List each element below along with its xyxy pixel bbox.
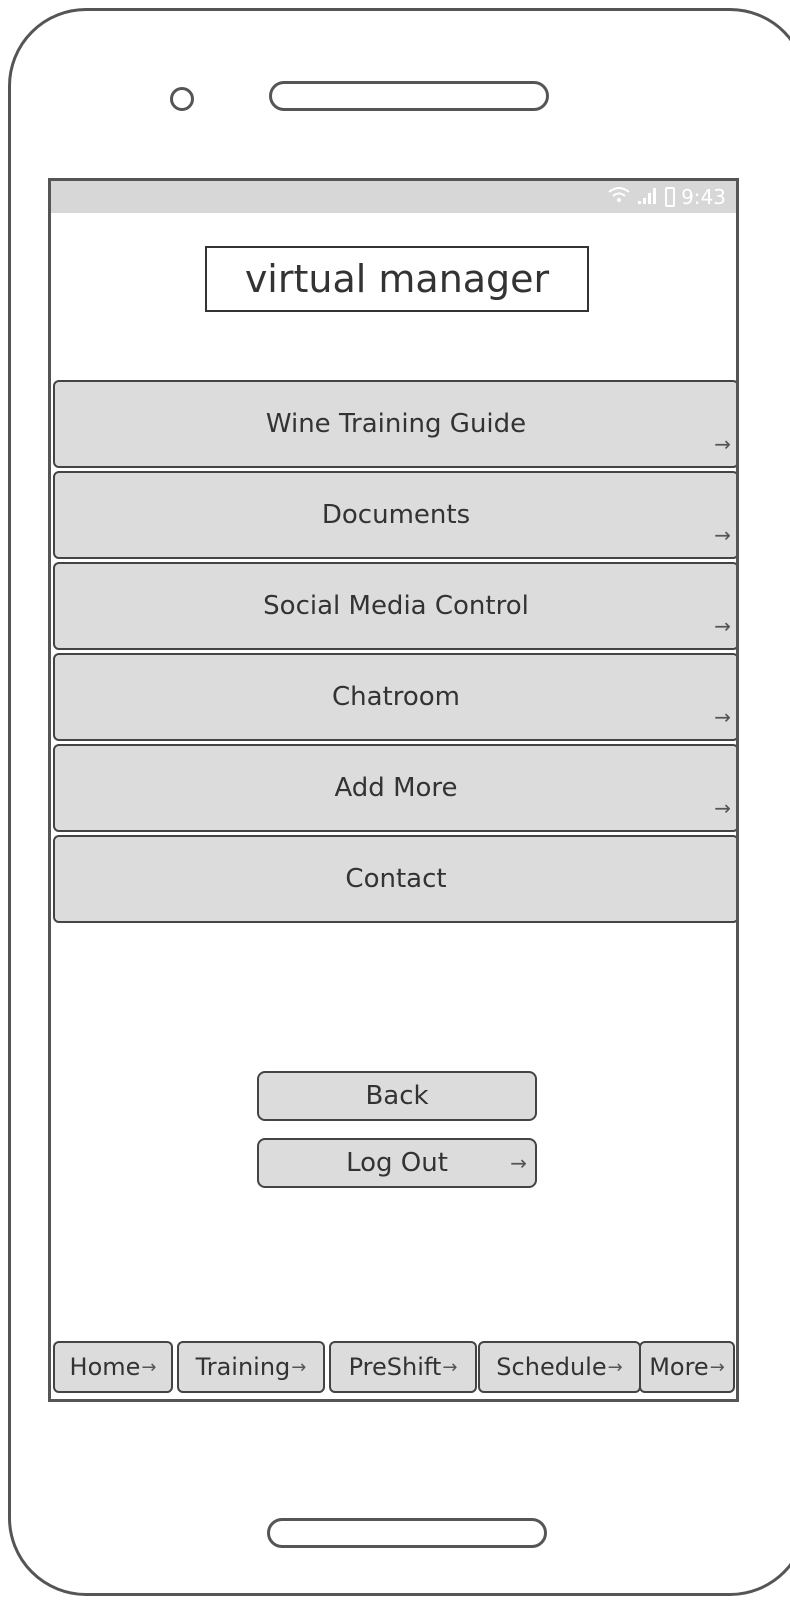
speaker-grille	[269, 81, 549, 111]
menu-item-add-more[interactable]: Add More →	[53, 744, 736, 832]
camera-icon	[170, 87, 194, 111]
menu-item-social-media-control[interactable]: Social Media Control →	[53, 562, 736, 650]
tab-preshift[interactable]: PreShift →	[329, 1341, 477, 1393]
home-button[interactable]	[267, 1518, 547, 1548]
menu-item-label: Contact	[345, 864, 447, 894]
tab-label: Home	[69, 1353, 141, 1381]
menu-item-contact[interactable]: Contact	[53, 835, 736, 923]
arrow-right-icon: →	[141, 1356, 157, 1378]
menu-item-label: Social Media Control	[263, 591, 529, 621]
menu-item-label: Wine Training Guide	[265, 409, 527, 439]
menu-item-label: Chatroom	[331, 682, 461, 712]
signal-icon	[637, 185, 659, 209]
tab-label: PreShift	[348, 1353, 442, 1381]
tab-schedule[interactable]: Schedule →	[478, 1341, 641, 1393]
arrow-right-icon: →	[607, 1356, 623, 1378]
arrow-right-icon: →	[714, 432, 731, 456]
arrow-right-icon: →	[714, 614, 731, 638]
arrow-right-icon: →	[714, 705, 731, 729]
battery-icon	[665, 187, 676, 207]
main-menu: Wine Training Guide → Documents → Social…	[53, 380, 736, 926]
back-button-label: Back	[365, 1081, 429, 1111]
tab-training[interactable]: Training →	[177, 1341, 325, 1393]
status-time: 9:43	[681, 185, 726, 209]
menu-item-wine-training-guide[interactable]: Wine Training Guide →	[53, 380, 736, 468]
tab-home[interactable]: Home →	[53, 1341, 173, 1393]
back-button[interactable]: Back	[257, 1071, 537, 1121]
menu-item-label: Add More	[334, 773, 458, 803]
arrow-right-icon: →	[510, 1151, 527, 1175]
arrow-right-icon: →	[442, 1356, 458, 1378]
arrow-right-icon: →	[714, 523, 731, 547]
tab-label: Schedule	[496, 1353, 607, 1381]
menu-item-chatroom[interactable]: Chatroom →	[53, 653, 736, 741]
tab-label: Training	[195, 1353, 291, 1381]
arrow-right-icon: →	[291, 1356, 307, 1378]
status-bar: 9:43	[51, 181, 736, 213]
logout-button[interactable]: Log Out →	[257, 1138, 537, 1188]
app-screen: 9:43 virtual manager Wine Training Guide…	[48, 178, 739, 1402]
logout-button-label: Log Out	[346, 1148, 448, 1178]
arrow-right-icon: →	[709, 1356, 725, 1378]
wifi-icon	[607, 185, 631, 209]
arrow-right-icon: →	[714, 796, 731, 820]
app-title: virtual manager	[205, 246, 589, 312]
menu-item-label: Documents	[321, 500, 471, 530]
menu-item-documents[interactable]: Documents →	[53, 471, 736, 559]
tab-label: More	[649, 1353, 709, 1381]
tab-more[interactable]: More →	[639, 1341, 735, 1393]
bottom-tab-bar: Home → Training → PreShift → Schedule → More…	[53, 1341, 736, 1393]
